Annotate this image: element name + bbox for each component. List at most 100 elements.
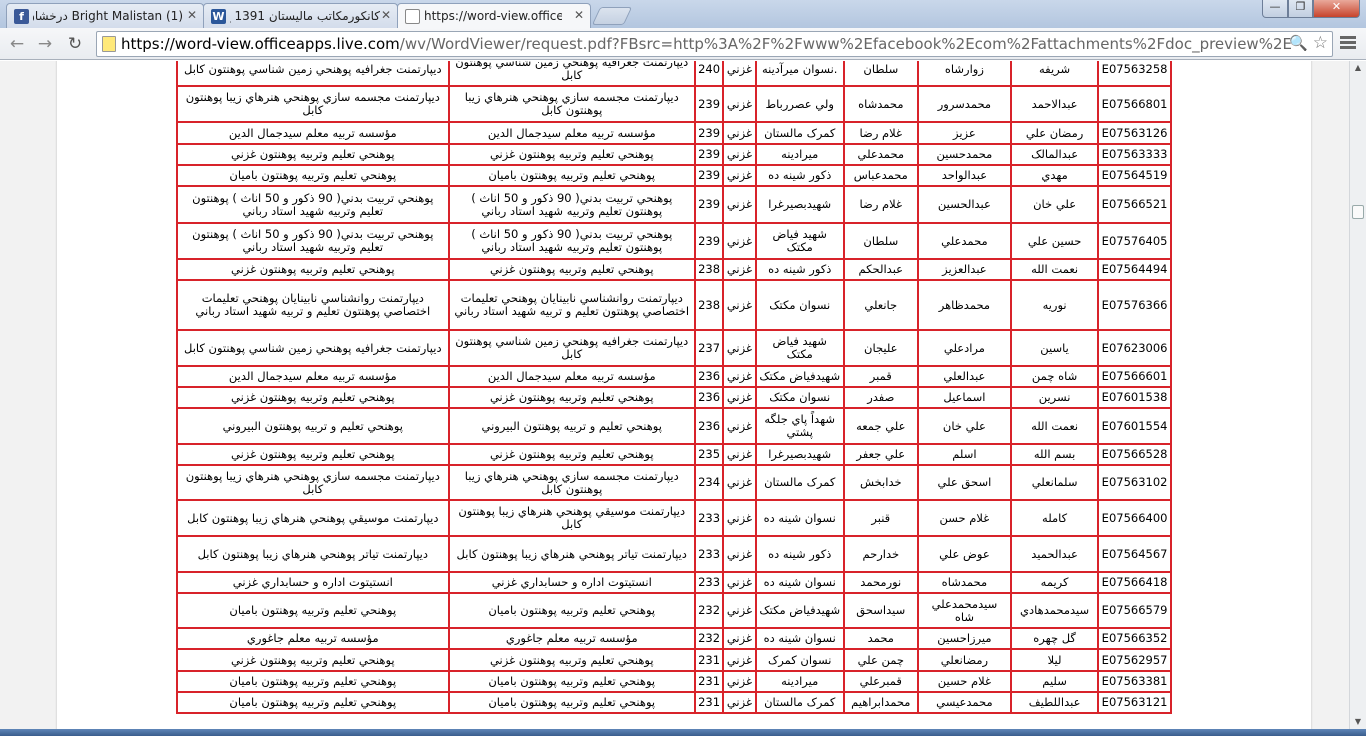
cell-name: بسم الله	[1010, 443, 1100, 466]
cell-father-name: غلام حسن	[916, 499, 1013, 537]
cell-school-district: ميرادينه	[754, 670, 845, 693]
cell-score: 231	[693, 648, 725, 672]
scroll-up-arrow-icon[interactable]: ▲	[1350, 61, 1366, 75]
tab-facebook[interactable]: f (1) Bright Malistan درخشان ✕	[6, 3, 204, 28]
cell-score: 239	[693, 222, 725, 260]
cell-score: 236	[693, 365, 725, 388]
tab-word-viewer[interactable]: https://word-view.officeap ✕	[397, 3, 591, 29]
cell-id: E07566528	[1097, 443, 1172, 466]
cell-father-name: غلام حسين	[916, 670, 1013, 693]
tab-title: https://word-view.officeap	[424, 9, 562, 23]
maximize-button[interactable]: ❐	[1288, 0, 1313, 18]
cell-father-name: سيدمحمدعلي شاه	[916, 592, 1013, 629]
cell-score: 236	[693, 386, 725, 409]
new-tab-button[interactable]	[591, 7, 633, 25]
close-icon[interactable]: ✕	[187, 8, 197, 22]
cell-province: غزني	[722, 464, 757, 501]
table-row: ديپارتمنت تياتر پوهنحي هنرهاي زيبا پوهنت…	[176, 535, 1172, 573]
cell-school-district: شهيد فياض مکتک	[754, 222, 845, 260]
cell-father-name: محمدشاه	[916, 571, 1013, 594]
cell-institution: ديپارتمنت موسيقي پوهنحي هنرهاي زيبا پوهن…	[176, 499, 450, 537]
cell-school-district: نسوان مکتک	[754, 279, 845, 331]
cell-province: غزني	[722, 185, 757, 224]
cell-grandfather-name: غلام رضا	[842, 121, 919, 145]
cell-institution: مؤسسه تربيه معلم جاغوري	[176, 627, 450, 650]
tab-word-doc[interactable]: W کانکورمکاتب مالیستان 1391 ج ✕	[203, 3, 398, 28]
cell-name: عبدالحميد	[1010, 535, 1100, 573]
cell-school-district: نسوان کمرک	[754, 648, 845, 672]
cell-school-district: ميرادينه	[754, 143, 845, 166]
cell-province: غزني	[722, 121, 757, 145]
table-row: انستيتوت اداره و حسابداري غزني انستيتوت ا…	[176, 571, 1172, 594]
minimize-button[interactable]: —	[1262, 0, 1288, 18]
cell-province: غزني	[722, 386, 757, 409]
cell-father-name: اسماعيل	[916, 386, 1013, 409]
cell-institution: ديپارتمنت تياتر پوهنحي هنرهاي زيبا پوهنت…	[176, 535, 450, 573]
forward-arrow-icon[interactable]: →	[34, 33, 56, 55]
reload-icon[interactable]: ↻	[64, 33, 86, 55]
cell-father-name: اسحق علي	[916, 464, 1013, 501]
cell-grandfather-name: سيداسحق	[842, 592, 919, 629]
cell-grandfather-name: عليجان	[842, 329, 919, 367]
cell-name: شاه چمن	[1010, 365, 1100, 388]
cell-name: علي خان	[1010, 185, 1100, 224]
cell-id: E07566352	[1097, 627, 1172, 650]
cell-name: ياسين	[1010, 329, 1100, 367]
cell-father-name: عبدالحسين	[916, 185, 1013, 224]
close-icon[interactable]: ✕	[574, 8, 584, 22]
page-info-icon[interactable]	[102, 36, 116, 52]
cell-score: 233	[693, 535, 725, 573]
cell-province: غزني	[722, 407, 757, 445]
cell-grandfather-name: سلطان	[842, 222, 919, 260]
cell-score: 235	[693, 443, 725, 466]
cell-name: سلمانعلي	[1010, 464, 1100, 501]
cell-father-name: عبدالواحد	[916, 164, 1013, 187]
cell-grandfather-name: عبدالحکم	[842, 258, 919, 281]
cell-school-district: شهيدبصيرغرا	[754, 443, 845, 466]
cell-school-district: کمرک مالستان	[754, 121, 845, 145]
table-row: پوهنحي تربيت بدني( 90 ذکور و 50 اناث ) پ…	[176, 185, 1172, 224]
zoom-icon[interactable]: 🔍	[1289, 34, 1308, 52]
cell-institution: پوهنحي تربيت بدني( 90 ذکور و 50 اناث ) پ…	[176, 222, 450, 260]
table-row: پوهنحي تعليم و تربيه پوهنتون البيروني پوه…	[176, 407, 1172, 445]
cell-school-district: شهيدبصيرغرا	[754, 185, 845, 224]
chrome-menu-icon[interactable]	[1338, 34, 1358, 54]
cell-department: ديپارتمنت جغرافيه پوهنحي زمين شناسي پوهن…	[447, 61, 696, 87]
cell-name: کريمه	[1010, 571, 1100, 594]
cell-grandfather-name: محمد	[842, 627, 919, 650]
table-row: مؤسسه تربيه معلم سيدجمال الدين مؤسسه تربي…	[176, 121, 1172, 145]
cell-school-district: نسوان شينه ده	[754, 499, 845, 537]
url-text[interactable]: https://word-view.officeapps.live.com/wv…	[121, 35, 1291, 53]
cell-school-district: ذکور شينه ده	[754, 164, 845, 187]
cell-father-name: محمدحسين	[916, 143, 1013, 166]
cell-father-name: محمدسرور	[916, 85, 1013, 123]
table-row: پوهنحي تربيت بدني( 90 ذکور و 50 اناث ) پ…	[176, 222, 1172, 260]
scroll-down-arrow-icon[interactable]: ▼	[1350, 715, 1366, 729]
scroll-thumb[interactable]	[1352, 205, 1364, 219]
cell-province: غزني	[722, 670, 757, 693]
vertical-scrollbar[interactable]: ▲ ▼	[1349, 61, 1366, 729]
tab-title: (1) Bright Malistan درخشان	[33, 9, 183, 23]
cell-school-district: شهيدفياض مکتک	[754, 365, 845, 388]
cell-id: E07601538	[1097, 386, 1172, 409]
cell-province: غزني	[722, 279, 757, 331]
close-window-button[interactable]: ✕	[1313, 0, 1360, 18]
address-bar[interactable]: https://word-view.officeapps.live.com/wv…	[96, 31, 1333, 57]
close-icon[interactable]: ✕	[381, 8, 391, 22]
cell-grandfather-name: محمدعباس	[842, 164, 919, 187]
back-arrow-icon[interactable]: ←	[6, 33, 28, 55]
cell-institution: ديپارتمنت روانشناسي نابينايان پوهنحي تعل…	[176, 279, 450, 331]
cell-department: پوهنحي تعليم وتربيه پوهنتون باميان	[447, 691, 696, 714]
cell-name: شريفه	[1010, 61, 1100, 87]
cell-score: 239	[693, 185, 725, 224]
cell-institution: مؤسسه تربيه معلم سيدجمال الدين	[176, 365, 450, 388]
cell-id: E07566601	[1097, 365, 1172, 388]
bookmark-star-icon[interactable]: ☆	[1313, 33, 1328, 53]
cell-id: E07563381	[1097, 670, 1172, 693]
cell-institution: انستيتوت اداره و حسابداري غزني	[176, 571, 450, 594]
cell-id: E07566801	[1097, 85, 1172, 123]
tab-title: کانکورمکاتب مالیستان 1391 ج	[230, 9, 380, 23]
cell-school-district: شهداً پاي جلگه پشتي	[754, 407, 845, 445]
cell-id: E07563126	[1097, 121, 1172, 145]
cell-school-district: .نسوان ميرآدينه	[754, 61, 845, 87]
